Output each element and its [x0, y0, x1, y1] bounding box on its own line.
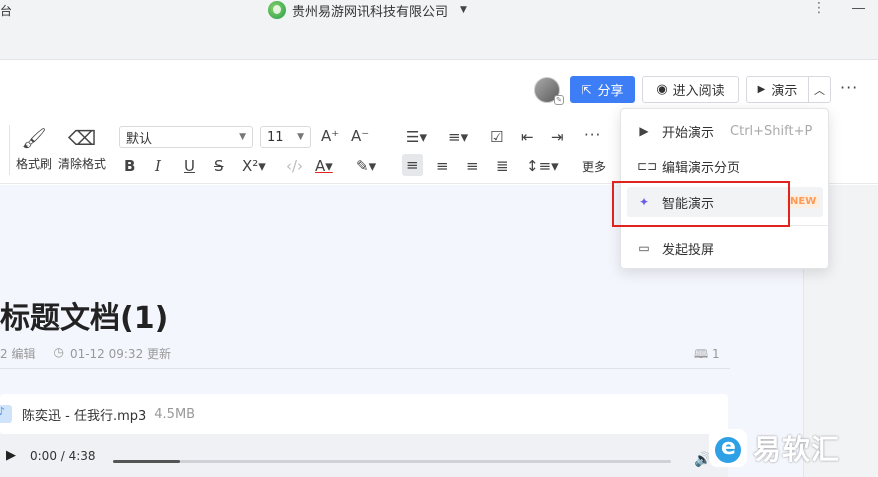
font-color-icon[interactable]: A▾ [315, 157, 333, 175]
menu-item-label: 开始演示 [662, 125, 715, 141]
font-size-select[interactable]: 11 ▼ [260, 126, 311, 148]
italic-icon[interactable]: I [155, 157, 161, 175]
underline-icon[interactable]: U [184, 157, 195, 175]
format-painter-label: 格式刷 [16, 157, 53, 171]
font-size-value: 11 [267, 129, 284, 145]
play-icon[interactable]: ▶ [6, 448, 16, 463]
read-mode-button[interactable]: ◉ 进入阅读 [642, 76, 739, 103]
company-name: 贵州易游网讯科技有限公司 [292, 4, 449, 20]
superscript-icon[interactable]: X²▾ [242, 157, 266, 175]
align-right-icon[interactable]: ≡ [466, 157, 479, 175]
watermark-logo-icon [709, 429, 747, 467]
avatar-edit-badge-icon: ✎ [554, 95, 564, 105]
player-time: 0:00 / 4:38 [30, 448, 96, 463]
file-size: 4.5MB [154, 406, 196, 422]
book-icon: 🕮 [694, 347, 709, 361]
menu-item-edit-pages[interactable]: ⊏⊐ 编辑演示分页 [621, 151, 828, 181]
more-label[interactable]: 更多 [582, 158, 606, 175]
watermark: 易软汇 [709, 428, 840, 468]
read-mode-label: 进入阅读 [672, 84, 725, 99]
share-icon: ⇱ [581, 82, 592, 97]
divider [0, 368, 730, 369]
highlight-icon[interactable]: ✎▾ [356, 157, 376, 175]
toolbar-divider [9, 125, 10, 175]
paint-roller-icon: 🖌 [21, 126, 47, 150]
update-time: 01-12 09:32 更新 [69, 347, 172, 361]
outdent-icon[interactable]: ⇤ [521, 128, 534, 146]
decrease-font-icon[interactable]: A⁻ [351, 127, 369, 145]
minimize-button[interactable] [852, 8, 865, 9]
page-break-icon: ⊏⊐ [637, 159, 658, 173]
watermark-text: 易软汇 [753, 433, 841, 466]
menu-item-label: 发起投屏 [662, 242, 715, 258]
company-switcher[interactable]: 贵州易游网讯科技有限公司 ▼ [268, 0, 467, 20]
font-family-select[interactable]: 默认 ▼ [119, 126, 253, 148]
play-icon: ▶ [757, 84, 766, 95]
kebab-menu-icon[interactable]: ⋮ [812, 0, 826, 16]
audio-player: ▶ 0:00 / 4:38 [0, 434, 728, 477]
format-painter-button[interactable]: 🖌 格式刷 [16, 127, 52, 172]
progress-fill [113, 460, 180, 463]
bold-icon[interactable]: B [124, 157, 135, 175]
progress-slider[interactable] [113, 460, 671, 463]
menu-item-label: 编辑演示分页 [662, 160, 741, 176]
document-title[interactable]: 无标题文档(1) [0, 293, 168, 337]
code-icon[interactable]: ‹/› [286, 157, 303, 175]
bullet-list-icon[interactable]: ☰▾ [406, 128, 427, 146]
chevron-up-icon: ︿ [814, 83, 825, 97]
chevron-down-icon: ▼ [297, 132, 304, 142]
font-family-value: 默认 [126, 131, 153, 147]
clock-icon: ◷ [53, 345, 64, 359]
new-badge: NEW [786, 195, 821, 208]
present-label: 演示 [771, 84, 798, 99]
align-left-icon[interactable]: ≡ [402, 154, 423, 176]
comment-count-value: 1 [711, 347, 720, 361]
checkbox-icon[interactable]: ☑ [490, 128, 503, 146]
eye-icon: ◉ [656, 82, 668, 97]
audio-attachment[interactable]: 陈奕迅 - 任我行.mp3 4.5MB [0, 394, 728, 434]
comment-count[interactable]: 🕮 1 [694, 345, 720, 366]
indent-icon[interactable]: ⇥ [551, 128, 564, 146]
strikethrough-icon[interactable]: S [214, 157, 224, 175]
music-file-icon [0, 405, 12, 423]
more-options-button[interactable]: ··· [840, 78, 858, 97]
share-button[interactable]: ⇱ 分享 [570, 76, 635, 103]
screencast-icon: ▭ [638, 241, 650, 255]
increase-font-icon[interactable]: A⁺ [321, 127, 339, 145]
chevron-down-icon: ▼ [239, 132, 246, 142]
caret-down-icon: ▼ [460, 5, 467, 15]
title-bar: 台 贵州易游网讯科技有限公司 ▼ ⋮ [0, 0, 878, 60]
share-label: 分享 [597, 84, 624, 99]
line-spacing-icon[interactable]: ↕≡▾ [526, 157, 559, 175]
more-tools-icon[interactable]: ··· [584, 126, 601, 144]
document-meta: 2 编辑 ◷ 01-12 09:32 更新 [0, 345, 171, 362]
shortcut-label: Ctrl+Shift+P [730, 123, 813, 139]
file-name: 陈奕迅 - 任我行.mp3 [22, 408, 147, 424]
clear-format-button[interactable]: ⌫ 清除格式 [58, 127, 106, 172]
clear-format-label: 清除格式 [58, 157, 107, 171]
play-icon: ▶ [639, 124, 649, 138]
menu-item-start-present[interactable]: ▶ 开始演示 Ctrl+Shift+P [621, 116, 828, 146]
company-logo-icon [268, 1, 286, 19]
eraser-icon: ⌫ [67, 126, 97, 150]
title-fragment: 台 [0, 4, 13, 18]
align-center-icon[interactable]: ≡ [436, 157, 449, 175]
numbered-list-icon[interactable]: ≡▾ [448, 128, 468, 146]
present-button[interactable]: ▶ 演示 [746, 76, 808, 103]
editor-count: 2 编辑 [0, 347, 36, 361]
highlight-annotation-box [612, 181, 790, 227]
justify-icon[interactable]: ≣ [496, 157, 509, 175]
menu-item-screencast[interactable]: ▭ 发起投屏 [621, 233, 828, 263]
present-options-button[interactable]: ︿ [808, 76, 831, 103]
